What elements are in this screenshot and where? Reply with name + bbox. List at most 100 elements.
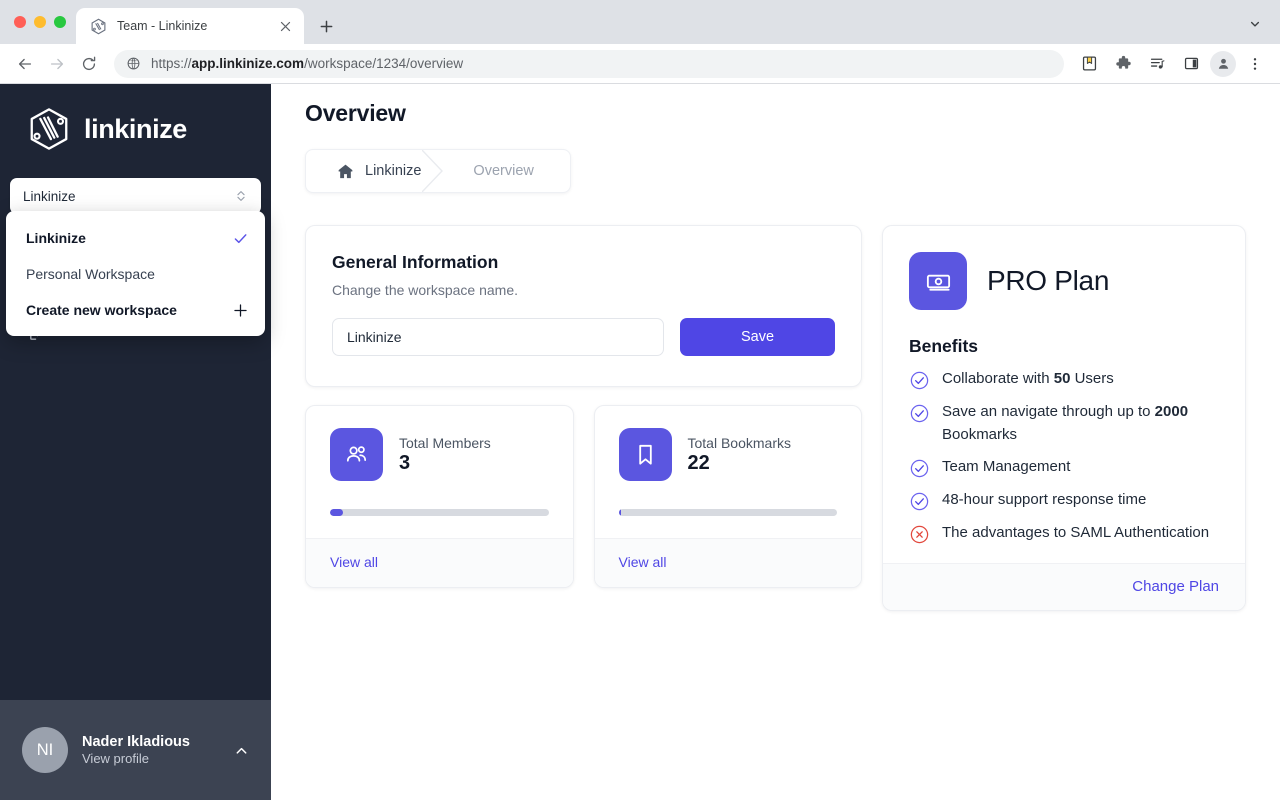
chevron-updown-icon [234, 189, 248, 203]
general-information-body: General Information Change the workspace… [306, 226, 861, 386]
sidebar-user-card[interactable]: NI Nader Ikladious View profile [0, 700, 271, 800]
benefit-text-pre: The advantages to SAML Authentication [942, 524, 1210, 541]
view-all-bookmarks-link[interactable]: View all [619, 554, 667, 570]
new-tab-button[interactable] [312, 12, 340, 40]
sidebar: linkinize Linkinize Bookmar [0, 84, 271, 800]
benefit-text: Team Management [942, 456, 1070, 479]
pro-plan-head: PRO Plan [909, 252, 1219, 310]
workspace-menu-item-create-new-workspace[interactable]: Create new workspace [6, 292, 265, 328]
total-members-head: Total Members 3 [330, 428, 549, 481]
brand-name: linkinize [84, 113, 187, 144]
view-all-members-link[interactable]: View all [330, 554, 378, 570]
bookmark-icon [618, 428, 672, 481]
workspace-menu-item-linkinize[interactable]: Linkinize [6, 220, 265, 256]
extensions-icon[interactable] [1108, 49, 1138, 79]
app-root: linkinize Linkinize Bookmar [0, 84, 1280, 800]
benefit-text-post: Bookmarks [942, 425, 1018, 443]
window-maximize-button[interactable] [54, 16, 66, 28]
breadcrumb-separator-icon [421, 149, 444, 193]
url-path: /workspace/1234/overview [304, 56, 464, 71]
pro-plan-footer: Change Plan [883, 563, 1245, 610]
linkinize-logo-icon [26, 106, 72, 152]
bookmark-icon[interactable] [1074, 49, 1104, 79]
window-traffic-lights [12, 0, 76, 44]
total-bookmarks-footer: View all [594, 538, 861, 587]
change-plan-link[interactable]: Change Plan [1132, 578, 1219, 595]
breadcrumb-item-label: Overview [473, 163, 534, 179]
user-name: Nader Ikladious [82, 734, 190, 750]
side-panel-icon[interactable] [1176, 49, 1206, 79]
check-circle-icon [909, 370, 930, 391]
workspace-menu-item-personal-workspace[interactable]: Personal Workspace [6, 256, 265, 292]
browser-window: Team - Linkinize https://app.linkinize.c… [0, 0, 1280, 800]
general-information-title: General Information [332, 252, 499, 272]
workspace-selector-value: Linkinize [23, 188, 76, 204]
breadcrumb-item-linkinize[interactable]: Linkinize [308, 149, 444, 193]
benefit-text-pre: Collaborate with [942, 370, 1054, 387]
check-circle-icon [909, 491, 930, 512]
browser-tab[interactable]: Team - Linkinize [76, 8, 304, 44]
workspace-selector[interactable]: Linkinize [10, 178, 261, 214]
dashboard-grid: General Information Change the workspace… [305, 225, 1250, 611]
breadcrumb-item-label: Linkinize [365, 163, 422, 179]
users-icon [330, 428, 383, 481]
benefit-item: The advantages to SAML Authentication [909, 522, 1219, 545]
window-close-button[interactable] [14, 16, 26, 28]
workspace-menu-item-label: Linkinize [26, 230, 86, 246]
benefit-text: The advantages to SAML Authentication [942, 522, 1209, 545]
globe-icon [126, 56, 141, 71]
total-members-progress-fill [330, 509, 344, 516]
browser-toolbar-icons [1074, 49, 1270, 79]
total-bookmarks-progress-fill [618, 509, 621, 516]
reload-icon[interactable] [74, 49, 104, 79]
pro-plan-name: PRO Plan [987, 265, 1110, 296]
check-circle-icon [909, 403, 930, 424]
benefit-text-pre: Save an navigate through up to [942, 403, 1155, 420]
reading-list-icon[interactable] [1142, 49, 1172, 79]
total-members-label: Total Members [399, 434, 491, 451]
window-minimize-button[interactable] [34, 16, 46, 28]
url-prefix: https:// [151, 56, 192, 71]
benefit-item: 48-hour support response time [909, 489, 1219, 512]
stats-row: Total Members 3 View all Total Bookmarks… [305, 405, 862, 588]
benefit-text-pre: Team Management [942, 458, 1071, 475]
benefit-text-pre: 48-hour support response time [942, 491, 1147, 508]
save-button[interactable]: Save [680, 318, 835, 356]
benefit-text: Collaborate with 50 Users [942, 368, 1114, 391]
benefit-item: Team Management [909, 456, 1219, 479]
view-profile-label[interactable]: View profile [82, 751, 220, 766]
browser-tab-strip: Team - Linkinize [0, 0, 1280, 44]
benefit-text: 48-hour support response time [942, 489, 1146, 512]
workspace-name-input[interactable] [332, 318, 664, 356]
profile-avatar-icon[interactable] [1210, 50, 1236, 77]
total-members-progress [330, 509, 549, 516]
total-members-footer: View all [306, 538, 573, 587]
more-menu-icon[interactable] [1240, 49, 1270, 79]
browser-toolbar: https://app.linkinize.com/workspace/1234… [0, 44, 1280, 84]
total-bookmarks-label: Total Bookmarks [687, 434, 791, 451]
benefit-item: Collaborate with 50 Users [909, 368, 1219, 391]
total-members-value: 3 [399, 451, 411, 474]
total-bookmarks-body: Total Bookmarks 22 [595, 406, 862, 516]
arrow-right-icon [42, 49, 72, 79]
workspace-menu-item-label: Personal Workspace [26, 266, 155, 282]
chevron-down-icon[interactable] [1244, 13, 1266, 35]
close-icon[interactable] [276, 17, 294, 35]
total-members-body: Total Members 3 [306, 406, 573, 516]
arrow-left-icon[interactable] [10, 49, 40, 79]
total-members-text: Total Members 3 [399, 435, 491, 475]
chevron-up-icon[interactable] [234, 743, 249, 758]
general-information-subtitle: Change the workspace name. [332, 282, 518, 298]
x-circle-icon [909, 524, 930, 545]
dashboard-left-column: General Information Change the workspace… [305, 225, 862, 588]
workspace-menu-item-label: Create new workspace [26, 302, 177, 318]
avatar: NI [22, 727, 68, 773]
address-bar[interactable]: https://app.linkinize.com/workspace/1234… [114, 49, 1064, 78]
breadcrumb-item-overview: Overview [443, 150, 567, 192]
brand[interactable]: linkinize [0, 84, 271, 168]
main-content: Overview Linkinize Overview General Info… [271, 84, 1280, 800]
total-bookmarks-value: 22 [687, 451, 710, 474]
check-circle-icon [909, 458, 930, 479]
total-bookmarks-card: Total Bookmarks 22 View all [593, 405, 862, 588]
benefit-text-bold: 2000 [1154, 403, 1189, 420]
